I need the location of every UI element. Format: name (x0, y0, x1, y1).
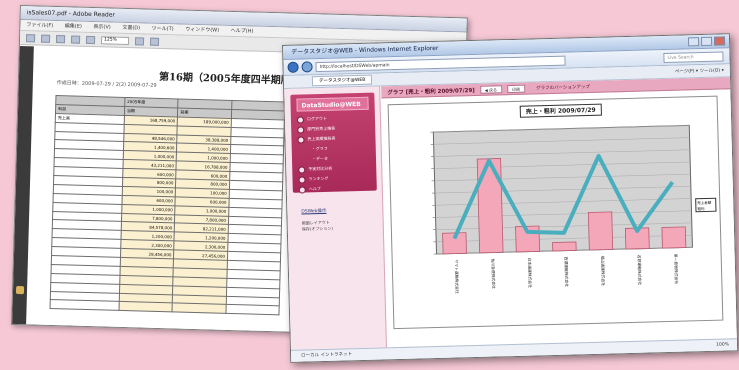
sidebar-item-label: 予実対比分析 (308, 165, 333, 172)
x-tick-label: 名鉄運輸株式会社 (637, 255, 643, 286)
zoom-in-icon[interactable] (134, 36, 145, 45)
sidebar-note: 画面レイアウト 保存(オプション) (302, 220, 333, 233)
next-page-icon[interactable] (85, 35, 96, 44)
sidebar-item[interactable]: ランキング (298, 174, 370, 184)
menu-tools[interactable]: ツール(T) (152, 26, 174, 33)
sidebar-item-label: ・データ (311, 155, 329, 162)
chart-title: 売上・粗利 2009/07/29 (519, 103, 602, 118)
chart-svg: ヤマト運輸株式会社 佐川急便株式会社 日本通運株式会社 西濃運輸株式会社 福山通運株式会… (430, 124, 693, 294)
sidebar-item-label: ランキング (308, 175, 329, 182)
back-icon[interactable] (287, 61, 299, 73)
table-cell (118, 301, 173, 313)
menu-view[interactable]: 表示(V) (93, 24, 110, 30)
menu-icon (298, 175, 306, 184)
x-tick-label: ヤマト運輸株式会社 (454, 259, 460, 293)
sidebar-item[interactable]: ・グラフ (298, 144, 370, 154)
menu-window[interactable]: ウィンドウ(W) (185, 27, 219, 34)
minimize-button[interactable] (687, 37, 700, 47)
close-button[interactable] (713, 36, 726, 46)
x-tick-label: 西濃運輸株式会社 (564, 257, 570, 288)
save-icon[interactable] (25, 33, 36, 42)
attachment-icon[interactable] (15, 286, 25, 295)
sidebar: DataStudio@WEB ログアウト部門別売上推移 売上実績推移表 ・グラフ・デ… (284, 86, 387, 350)
menu-icon (296, 115, 305, 124)
sidebar-item-label: ・グラフ (311, 145, 328, 152)
chart-legend: 売上金額 粗利 (695, 197, 717, 213)
sidebar-item[interactable]: ヘルプ (298, 184, 371, 194)
note-line: 保存(オプション) (301, 225, 334, 232)
zoom-level[interactable]: 100% (716, 339, 729, 350)
main-panel: グラフ [売上・粗利 2009/07/29] ◀ 戻る 印刷 グラフのバーション… (381, 77, 737, 348)
zoom-out-icon[interactable] (149, 37, 160, 46)
x-tick-label: 日本通運株式会社 (527, 258, 533, 289)
sidebar-item-label: 売上実績推移表 (307, 135, 336, 142)
menu-icon (297, 135, 305, 144)
table-cell (172, 303, 227, 314)
window-title-text: データスタジオ@WEB - Windows Internet Explorer (291, 44, 439, 56)
sidebar-item[interactable]: 予実対比分析 (298, 164, 370, 174)
table-cell (50, 299, 120, 311)
sidebar-panel: DataStudio@WEB ログアウト部門別売上推移 売上実績推移表 ・グラフ・デ… (290, 92, 377, 194)
menu-icon (297, 125, 305, 134)
sidebar-item[interactable]: 部門別売上推移 (297, 124, 369, 134)
sidebar-item[interactable]: 売上実績推移表 (297, 134, 369, 144)
brand-logo: DataStudio@WEB (296, 96, 369, 112)
maximize-button[interactable] (700, 36, 713, 47)
legend-line: 粗利 (697, 206, 705, 212)
sidebar-item-label: 部門別売上推移 (307, 125, 336, 132)
menu-edit[interactable]: 編集(E) (65, 23, 82, 29)
sidebar-item[interactable]: ・データ (298, 154, 370, 164)
chart-bar (552, 241, 577, 252)
toolbar-right[interactable]: ページ(P) ▾ ツール(O) ▾ (675, 67, 724, 74)
page-content: DataStudio@WEB ログアウト部門別売上推移 売上実績推移表 ・グラフ・デ… (284, 77, 737, 350)
print-icon[interactable] (40, 34, 51, 43)
status-text: ローカル イントラネット (301, 352, 353, 359)
chart-bar (587, 211, 614, 251)
menu-icon (298, 165, 306, 174)
version-up-tab[interactable]: グラフのバーションアップ (536, 83, 590, 90)
chart-bar (661, 226, 687, 249)
window-controls (687, 36, 726, 47)
ie-window: データスタジオ@WEB - Windows Internet Explorer … (282, 33, 739, 363)
menu-help[interactable]: ヘルプ(H) (231, 28, 254, 35)
sidebar-item[interactable]: ログアウト (296, 114, 369, 124)
chart-frame: ヤマト運輸株式会社 佐川急便株式会社 日本通運株式会社 西濃運輸株式会社 福山通運株式会… (387, 95, 724, 330)
menu-file[interactable]: ファイル(F) (26, 22, 53, 29)
menu-document[interactable]: 文書(D) (122, 25, 140, 31)
search-input[interactable]: Live Search (663, 50, 724, 63)
chart-bar (476, 158, 504, 254)
table-cell (225, 304, 280, 316)
tab-dataststudio[interactable]: データスタジオ@WEB (311, 74, 373, 87)
document-table: 2005年度 科目 当期 前期 売上高 168,759,000 189,000,000 48,… (50, 95, 286, 316)
x-tick-label: 佐川急便株式会社 (491, 258, 497, 289)
menu-icon (298, 185, 306, 194)
help-link[interactable]: DSWeb操作 (301, 208, 326, 215)
forward-icon[interactable] (301, 61, 313, 73)
graph-title: グラフ [売上・粗利 2009/07/29] (387, 87, 475, 96)
sidebar-item-label: ヘルプ (308, 186, 321, 192)
zoom-field[interactable]: 125% (100, 35, 130, 45)
email-icon[interactable] (55, 34, 66, 43)
back-button[interactable]: ◀ 戻る (479, 84, 503, 94)
x-tick-label: 福山通運株式会社 (600, 256, 606, 287)
x-tick-label: 第一貨物株式会社 (673, 254, 679, 285)
print-button[interactable]: 印刷 (506, 84, 526, 93)
prev-page-icon[interactable] (70, 34, 81, 44)
sidebar-item-label: ログアウト (306, 115, 328, 122)
